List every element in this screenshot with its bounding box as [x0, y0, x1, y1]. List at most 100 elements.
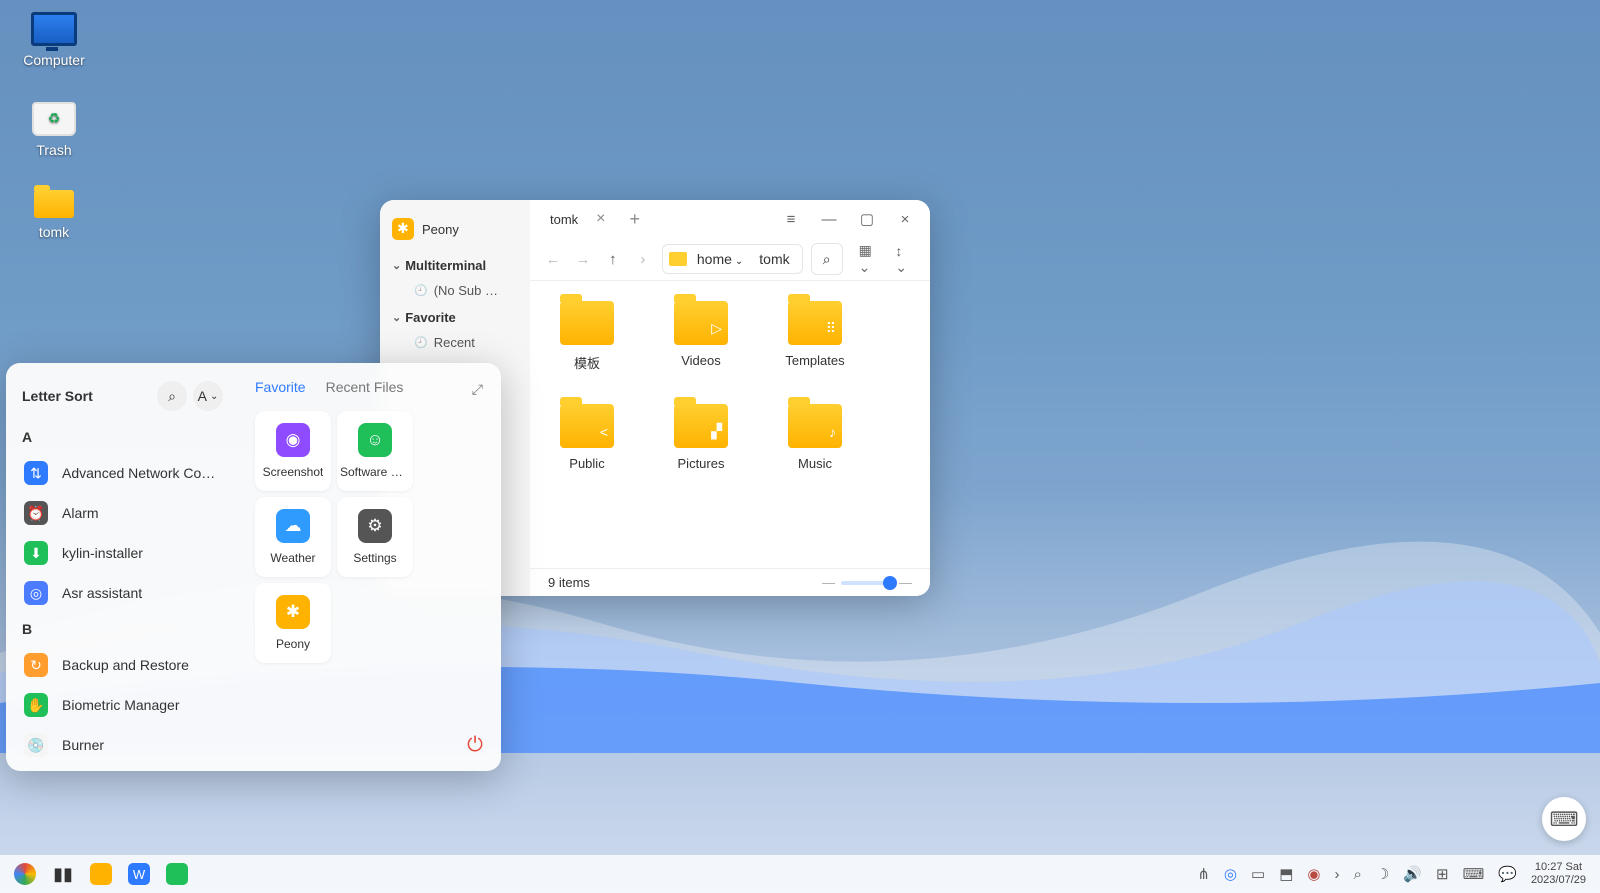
tab-close-icon[interactable]: ×	[596, 210, 605, 228]
app-letter-header[interactable]: B	[22, 621, 223, 637]
tray-network-icon[interactable]: ⊞	[1436, 865, 1449, 883]
tray-battery-icon[interactable]: ▭	[1251, 865, 1265, 883]
folder-item[interactable]: Public	[550, 404, 624, 471]
app-row[interactable]: ✋ Biometric Manager	[22, 685, 223, 725]
taskview-button[interactable]: ▮▮	[52, 863, 74, 885]
folder-item[interactable]: Music	[778, 404, 852, 471]
folder-label: Videos	[664, 353, 738, 368]
tab-new-button[interactable]: +	[622, 205, 649, 234]
favorite-tile[interactable]: ☺Software S…	[337, 411, 413, 491]
desktop-icon-computer[interactable]: Computer	[14, 12, 94, 68]
clock-time: 10:27 Sat	[1531, 861, 1586, 874]
search-button[interactable]: ⌕	[157, 381, 187, 411]
minimize-button[interactable]: —	[812, 211, 846, 228]
taskbar-clock[interactable]: 10:27 Sat 2023/07/29	[1531, 861, 1586, 887]
peony-statusbar: 9 items — —	[530, 568, 930, 596]
maximize-button[interactable]: ▢	[850, 210, 884, 228]
tray-night-icon[interactable]: ☽	[1376, 865, 1389, 883]
folder-item[interactable]: Templates	[778, 301, 852, 372]
app-label: Asr assistant	[62, 585, 221, 601]
hamburger-icon[interactable]: ≡	[774, 211, 808, 228]
folder-label: Pictures	[664, 456, 738, 471]
nav-back-button[interactable]: ←	[542, 251, 564, 268]
peony-tabbar: tomk × + ≡ — ▢ ×	[530, 200, 930, 238]
tray-update-icon[interactable]: ⬒	[1279, 865, 1293, 883]
folder-item[interactable]: 模板	[550, 301, 624, 372]
breadcrumb-tomk[interactable]: tomk	[753, 249, 795, 269]
desktop-icon-label: Computer	[14, 52, 94, 68]
folder-label: Templates	[778, 353, 852, 368]
zoom-slider[interactable]: — —	[822, 575, 912, 590]
desktop-icon-trash[interactable]: Trash	[14, 102, 94, 158]
sidebar-item-nosub[interactable]: (No Sub …	[392, 277, 518, 304]
expand-icon[interactable]: ⤢	[472, 381, 483, 398]
search-icon: ⌕	[823, 251, 831, 268]
tray-volume-icon[interactable]: 🔊	[1403, 865, 1422, 883]
app-row[interactable]: ⬇ kylin-installer	[22, 533, 223, 573]
taskbar-app-peony[interactable]	[90, 863, 112, 885]
letter-sort-button[interactable]: A ⌄	[193, 381, 223, 411]
app-row[interactable]: ◎ Asr assistant	[22, 573, 223, 613]
app-icon: 💿	[24, 733, 48, 757]
taskbar-app-wps[interactable]: W	[128, 863, 150, 885]
taskbar-app-software[interactable]	[166, 863, 188, 885]
folder-item[interactable]: Videos	[664, 301, 738, 372]
folder-label: Public	[550, 456, 624, 471]
app-row[interactable]: ⏰Alarm	[22, 493, 223, 533]
favorite-icon: ◉	[276, 423, 310, 457]
tab-recent[interactable]: Recent Files	[326, 379, 404, 395]
close-button[interactable]: ×	[888, 211, 922, 228]
sidebar-group-multiterminal[interactable]: Multiterminal	[392, 258, 518, 273]
tray-keyboard-icon[interactable]: ⌨	[1463, 865, 1485, 883]
app-label: Biometric Manager	[62, 697, 221, 713]
sort-label: Letter Sort	[22, 388, 93, 404]
nav-up-button[interactable]: ↑	[602, 251, 624, 268]
favorite-icon: ☁	[276, 509, 310, 543]
power-button[interactable]: ⏻	[467, 734, 483, 757]
keyboard-icon: ⌨	[1550, 807, 1579, 832]
onscreen-keyboard-button[interactable]: ⌨	[1542, 797, 1586, 841]
tray-apps-icon[interactable]: ⋔	[1197, 865, 1210, 883]
sort-button[interactable]: ↕ ⌄	[895, 243, 918, 276]
app-row[interactable]: 💿Burner	[22, 725, 223, 765]
item-count: 9 items	[548, 575, 590, 590]
tray-expand-icon[interactable]: ›	[1334, 866, 1339, 883]
app-label: kylin-installer	[62, 545, 221, 561]
app-row[interactable]: ↻ Backup and Restore	[22, 645, 223, 685]
app-letter-header[interactable]: A	[22, 429, 223, 445]
favorite-tile[interactable]: ☁Weather	[255, 497, 331, 577]
tray-shield-icon[interactable]: ◎	[1224, 865, 1237, 883]
favorite-icon: ⚙	[358, 509, 392, 543]
tray-notification-icon[interactable]: 💬	[1498, 865, 1517, 883]
folder-icon	[788, 301, 842, 345]
app-label: Advanced Network Configura…	[62, 465, 221, 481]
app-row[interactable]: ⇅Advanced Network Configura…	[22, 453, 223, 493]
app-icon: ✋	[24, 693, 48, 717]
nav-forward-button[interactable]: →	[572, 251, 594, 268]
favorite-tile[interactable]: ◉ Screenshot	[255, 411, 331, 491]
app-label: Backup and Restore	[62, 657, 221, 673]
tray-security-icon[interactable]: ◉	[1307, 865, 1320, 883]
folder-icon	[674, 404, 728, 448]
sidebar-item-recent[interactable]: Recent	[392, 329, 518, 356]
peony-tab[interactable]: tomk ×	[538, 204, 618, 234]
start-button[interactable]	[14, 863, 36, 885]
folder-icon	[560, 404, 614, 448]
app-icon: ↻	[24, 653, 48, 677]
app-icon: ⬇	[24, 541, 48, 565]
breadcrumb: home tomk	[662, 244, 803, 274]
favorite-tile[interactable]: ✱Peony	[255, 583, 331, 663]
app-icon: ◎	[24, 581, 48, 605]
folder-item[interactable]: Pictures	[664, 404, 738, 471]
favorite-label: Screenshot	[263, 465, 324, 479]
breadcrumb-home[interactable]: home	[691, 249, 749, 269]
view-mode-button[interactable]: ▦ ⌄	[859, 242, 888, 276]
sidebar-group-favorite[interactable]: Favorite	[392, 310, 518, 325]
computer-icon	[31, 12, 77, 46]
search-button[interactable]: ⌕	[811, 243, 843, 275]
favorite-tile[interactable]: ⚙Settings	[337, 497, 413, 577]
tab-favorite[interactable]: Favorite	[255, 379, 306, 395]
tray-search-icon[interactable]: ⌕	[1353, 866, 1361, 883]
nav-more-button[interactable]: ›	[632, 251, 654, 268]
desktop-icon-home[interactable]: tomk	[14, 190, 94, 240]
